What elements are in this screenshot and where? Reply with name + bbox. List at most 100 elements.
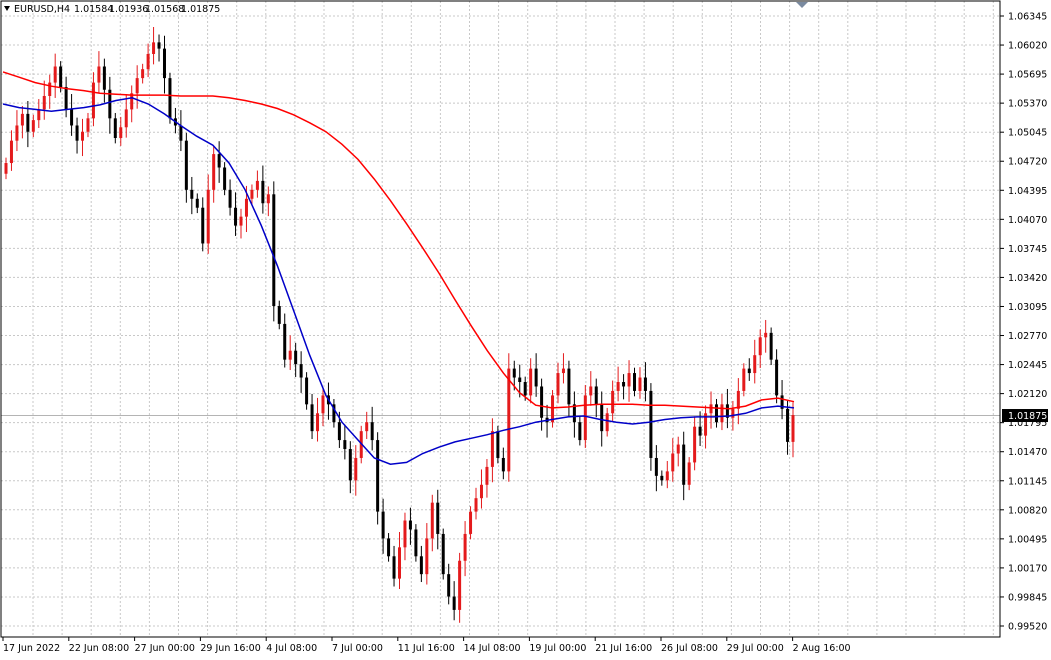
price-chart[interactable]: 1.06345 1.06020 1.05695 1.05370 1.05045 1.047… — [0, 0, 1051, 656]
x-tick-label: 29 Jul 00:00 — [727, 643, 784, 654]
candle-body — [135, 78, 139, 94]
candle-body — [769, 332, 773, 360]
candle-body — [162, 48, 166, 79]
candle-body — [687, 462, 691, 485]
candle-body — [622, 382, 626, 387]
candle-body — [775, 359, 779, 396]
candle-body — [195, 198, 199, 208]
candle-body — [764, 332, 768, 338]
x-tick-label: 19 Jul 00:00 — [529, 643, 586, 654]
y-tick-label: 1.04720 — [1008, 157, 1047, 168]
candle-body — [288, 350, 292, 360]
candle-body — [53, 66, 57, 83]
candle-body — [479, 484, 483, 499]
candle-body — [578, 422, 582, 441]
candle-body — [113, 118, 117, 138]
current-price-tag: 1.01875 — [1002, 409, 1048, 423]
candle-body — [250, 189, 254, 199]
candle-body — [64, 87, 68, 110]
y-tick-label: 1.01470 — [1008, 447, 1047, 458]
x-tick-label: 29 Jun 16:00 — [200, 643, 260, 654]
candle-body — [294, 350, 298, 365]
y-tick-label: 1.05045 — [1008, 128, 1047, 139]
candle-body — [321, 395, 325, 414]
x-tick-label: 2 Aug 16:00 — [793, 643, 851, 654]
y-tick-label: 0.99845 — [1008, 592, 1047, 603]
candle-body — [567, 368, 571, 405]
y-tick-label: 1.06020 — [1008, 41, 1047, 52]
candle-body — [48, 82, 52, 96]
candle-body — [583, 395, 587, 441]
candle-body — [611, 390, 615, 414]
candle-body — [490, 431, 494, 467]
y-tick-label: 1.00170 — [1008, 563, 1047, 574]
candle-body — [512, 368, 516, 378]
chart-background — [0, 0, 1051, 656]
candle-body — [387, 538, 391, 557]
candle-body — [206, 189, 210, 244]
y-tick-label: 1.02120 — [1008, 389, 1047, 400]
candle-body — [4, 163, 8, 174]
candle-body — [228, 189, 232, 208]
candle-body — [212, 154, 216, 190]
candle-body — [179, 125, 183, 141]
high-value: 1.01936 — [109, 4, 148, 15]
candle-body — [234, 207, 238, 226]
candle-body — [474, 498, 478, 512]
x-tick-label: 22 Jun 08:00 — [69, 643, 129, 654]
y-tick-label: 1.06345 — [1008, 12, 1047, 23]
candle-body — [9, 140, 13, 164]
candle-body — [365, 422, 369, 432]
candle-body — [616, 382, 620, 391]
candle-body — [556, 373, 560, 396]
candle-body — [731, 408, 735, 418]
y-tick-label: 1.05370 — [1008, 99, 1047, 110]
candle-body — [507, 368, 511, 472]
x-tick-label: 14 Jul 08:00 — [464, 643, 521, 654]
candle-body — [59, 66, 63, 88]
candle-body — [184, 140, 188, 190]
candle-body — [37, 109, 41, 121]
chart-window[interactable]: 1.06345 1.06020 1.05695 1.05370 1.05045 1.047… — [0, 0, 1051, 656]
candle-body — [589, 386, 593, 396]
candle-body — [403, 520, 407, 548]
x-tick-label: 4 Jul 08:00 — [266, 643, 317, 654]
candle-body — [671, 453, 675, 472]
candle-body — [676, 444, 680, 454]
candle-body — [714, 404, 718, 423]
candle-body — [26, 113, 30, 132]
candle-body — [529, 368, 533, 396]
y-tick-label: 1.03745 — [1008, 244, 1047, 255]
candle-body — [70, 109, 74, 126]
candle-body — [97, 66, 101, 83]
candle-body — [266, 194, 270, 204]
candle-body — [605, 413, 609, 432]
candle-body — [354, 457, 358, 481]
candle-body — [381, 511, 385, 539]
candle-body — [561, 368, 565, 374]
close-value: 1.01875 — [181, 4, 220, 15]
candle-body — [42, 95, 46, 110]
candle-body — [217, 154, 221, 168]
candle-body — [736, 390, 740, 409]
candle-body — [518, 377, 522, 382]
candle-body — [146, 53, 150, 70]
y-tick-label: 1.02445 — [1008, 360, 1047, 371]
candle-body — [425, 538, 429, 575]
candle-body — [392, 556, 396, 579]
candle-body — [693, 426, 697, 463]
candle-body — [261, 180, 265, 204]
symbol-label: EURUSD,H4 — [14, 4, 70, 15]
candle-body — [255, 180, 259, 190]
candle-body — [141, 69, 145, 79]
candle-body — [244, 198, 248, 217]
candle-body — [458, 560, 462, 610]
candle-body — [283, 323, 287, 360]
candle-body — [447, 574, 451, 597]
candle-body — [786, 408, 790, 442]
candle-body — [485, 466, 489, 485]
y-tick-label: 1.01145 — [1008, 476, 1047, 487]
candle-body — [436, 502, 440, 534]
candle-body — [540, 386, 544, 418]
candle-body — [643, 377, 647, 391]
